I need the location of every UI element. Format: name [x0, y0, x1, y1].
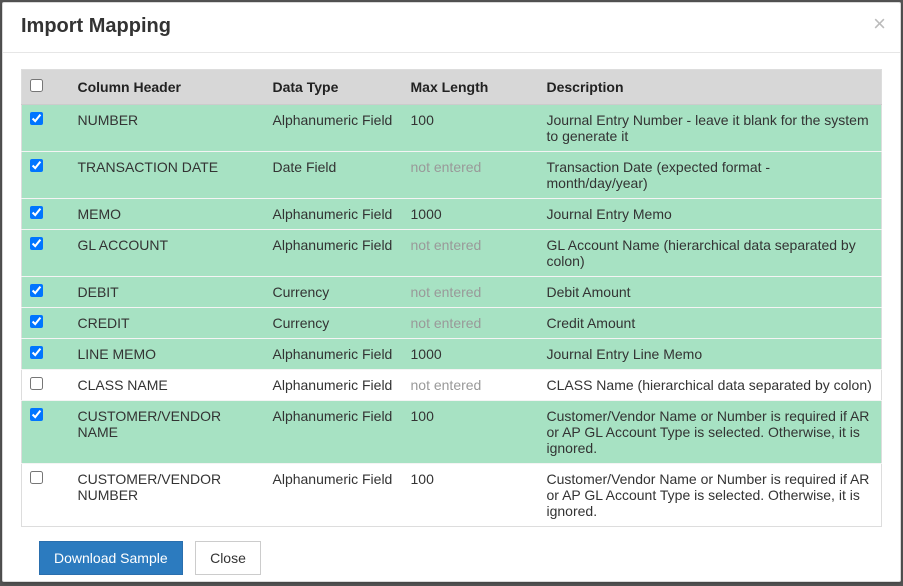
row-max-length: 100: [403, 464, 539, 527]
row-description: Customer/Vendor Name or Number is requir…: [539, 401, 882, 464]
row-data-type: Date Field: [265, 152, 403, 199]
row-data-type: Currency: [265, 277, 403, 308]
row-description: Journal Entry Number - leave it blank fo…: [539, 105, 882, 152]
row-column-header: DEBIT: [70, 277, 265, 308]
header-select-all: [22, 70, 70, 105]
row-description: Journal Entry Memo: [539, 199, 882, 230]
row-description: Debit Amount: [539, 277, 882, 308]
table-row: CUSTOMER/VENDOR NAMEAlphanumeric Field10…: [22, 401, 882, 464]
row-description: GL Account Name (hierarchical data separ…: [539, 230, 882, 277]
row-checkbox[interactable]: [30, 112, 43, 125]
row-max-length: not entered: [403, 230, 539, 277]
table-row: CUSTOMER/VENDOR NUMBERAlphanumeric Field…: [22, 464, 882, 527]
row-column-header: LINE MEMO: [70, 339, 265, 370]
header-description: Description: [539, 70, 882, 105]
close-icon[interactable]: ×: [873, 13, 886, 35]
table-row: LINE MEMOAlphanumeric Field1000Journal E…: [22, 339, 882, 370]
row-column-header: MEMO: [70, 199, 265, 230]
table-row: MEMOAlphanumeric Field1000Journal Entry …: [22, 199, 882, 230]
row-checkbox[interactable]: [30, 408, 43, 421]
row-column-header: CREDIT: [70, 308, 265, 339]
header-max-length: Max Length: [403, 70, 539, 105]
table-row: NUMBERAlphanumeric Field100Journal Entry…: [22, 105, 882, 152]
row-data-type: Alphanumeric Field: [265, 105, 403, 152]
table-row: CREDITCurrencynot enteredCredit Amount: [22, 308, 882, 339]
close-button[interactable]: Close: [195, 541, 261, 575]
row-data-type: Currency: [265, 308, 403, 339]
header-column-header: Column Header: [70, 70, 265, 105]
row-max-length: 1000: [403, 339, 539, 370]
row-checkbox[interactable]: [30, 471, 43, 484]
row-column-header: CUSTOMER/VENDOR NUMBER: [70, 464, 265, 527]
row-max-length: not entered: [403, 308, 539, 339]
modal-body: Column Header Data Type Max Length Descr…: [3, 53, 900, 582]
table-row: GL ACCOUNTAlphanumeric Fieldnot enteredG…: [22, 230, 882, 277]
table-row: DEBITCurrencynot enteredDebit Amount: [22, 277, 882, 308]
row-description: Transaction Date (expected format - mont…: [539, 152, 882, 199]
row-max-length: not entered: [403, 152, 539, 199]
mapping-table: Column Header Data Type Max Length Descr…: [21, 69, 882, 527]
row-data-type: Alphanumeric Field: [265, 230, 403, 277]
row-description: Customer/Vendor Name or Number is requir…: [539, 464, 882, 527]
row-max-length: 1000: [403, 199, 539, 230]
row-column-header: TRANSACTION DATE: [70, 152, 265, 199]
row-checkbox[interactable]: [30, 237, 43, 250]
row-checkbox[interactable]: [30, 284, 43, 297]
row-column-header: CUSTOMER/VENDOR NAME: [70, 401, 265, 464]
row-data-type: Alphanumeric Field: [265, 199, 403, 230]
row-data-type: Alphanumeric Field: [265, 339, 403, 370]
row-column-header: CLASS NAME: [70, 370, 265, 401]
row-data-type: Alphanumeric Field: [265, 370, 403, 401]
download-sample-button[interactable]: Download Sample: [39, 541, 183, 575]
row-max-length: 100: [403, 105, 539, 152]
row-max-length: not entered: [403, 370, 539, 401]
header-data-type: Data Type: [265, 70, 403, 105]
row-checkbox[interactable]: [30, 377, 43, 390]
table-row: TRANSACTION DATEDate Fieldnot enteredTra…: [22, 152, 882, 199]
import-mapping-modal: × Import Mapping Column Header Data Type…: [2, 2, 901, 582]
row-description: Credit Amount: [539, 308, 882, 339]
row-description: Journal Entry Line Memo: [539, 339, 882, 370]
row-data-type: Alphanumeric Field: [265, 401, 403, 464]
modal-title: Import Mapping: [3, 3, 900, 53]
row-checkbox[interactable]: [30, 159, 43, 172]
row-checkbox[interactable]: [30, 206, 43, 219]
row-data-type: Alphanumeric Field: [265, 464, 403, 527]
modal-footer: Download Sample Close: [21, 527, 882, 582]
row-max-length: not entered: [403, 277, 539, 308]
select-all-checkbox[interactable]: [30, 79, 43, 92]
row-max-length: 100: [403, 401, 539, 464]
row-checkbox[interactable]: [30, 346, 43, 359]
table-row: CLASS NAMEAlphanumeric Fieldnot enteredC…: [22, 370, 882, 401]
row-checkbox[interactable]: [30, 315, 43, 328]
row-column-header: NUMBER: [70, 105, 265, 152]
row-column-header: GL ACCOUNT: [70, 230, 265, 277]
row-description: CLASS Name (hierarchical data separated …: [539, 370, 882, 401]
